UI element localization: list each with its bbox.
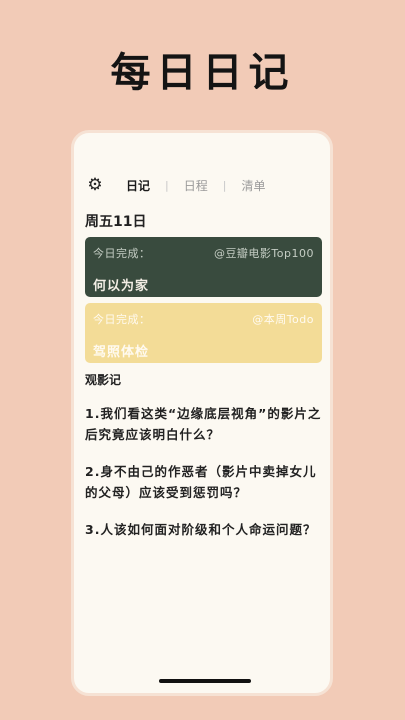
section-title: 观影记 <box>85 373 122 387</box>
tab-diary[interactable]: 日记 <box>126 177 150 194</box>
gear-icon[interactable]: ⚙ <box>86 176 104 194</box>
card-title: 何以为家 <box>93 279 150 294</box>
completed-card-todo[interactable]: 今日完成： @本周Todo 驾照体检 <box>85 303 322 363</box>
top-bar: ⚙ 日记 | 日程 | 清单 <box>84 173 324 197</box>
page-headline: 每日日记 <box>110 50 295 96</box>
tab-checklist[interactable]: 清单 <box>241 177 265 194</box>
card-label: 今日完成： <box>93 313 151 326</box>
diary-paragraph[interactable]: 2.身不由己的作恶者（影片中卖掉女儿的父母）应该受到惩罚吗？ <box>85 461 325 503</box>
diary-paragraph[interactable]: 1.我们看这类“边缘底层视角”的影片之后究竟应该明白什么？ <box>85 403 325 445</box>
tab-schedule[interactable]: 日程 <box>184 177 208 194</box>
phone-screen: ⚙ 日记 | 日程 | 清单 周五11日 今日完成： @豆瓣电影Top100 何… <box>71 130 333 696</box>
card-label: 今日完成： <box>93 247 151 260</box>
date-label: 周五11日 <box>85 214 147 230</box>
card-source: @豆瓣电影Top100 <box>213 247 314 260</box>
card-source: @本周Todo <box>252 313 314 326</box>
tab-bar: 日记 | 日程 | 清单 <box>126 177 265 194</box>
home-indicator[interactable] <box>159 679 251 683</box>
tab-separator: | <box>222 178 227 192</box>
diary-paragraph[interactable]: 3.人该如何面对阶级和个人命运问题？ <box>85 519 325 540</box>
completed-card-movie[interactable]: 今日完成： @豆瓣电影Top100 何以为家 <box>85 237 322 297</box>
tab-separator: | <box>165 178 169 192</box>
card-title: 驾照体检 <box>93 345 150 360</box>
